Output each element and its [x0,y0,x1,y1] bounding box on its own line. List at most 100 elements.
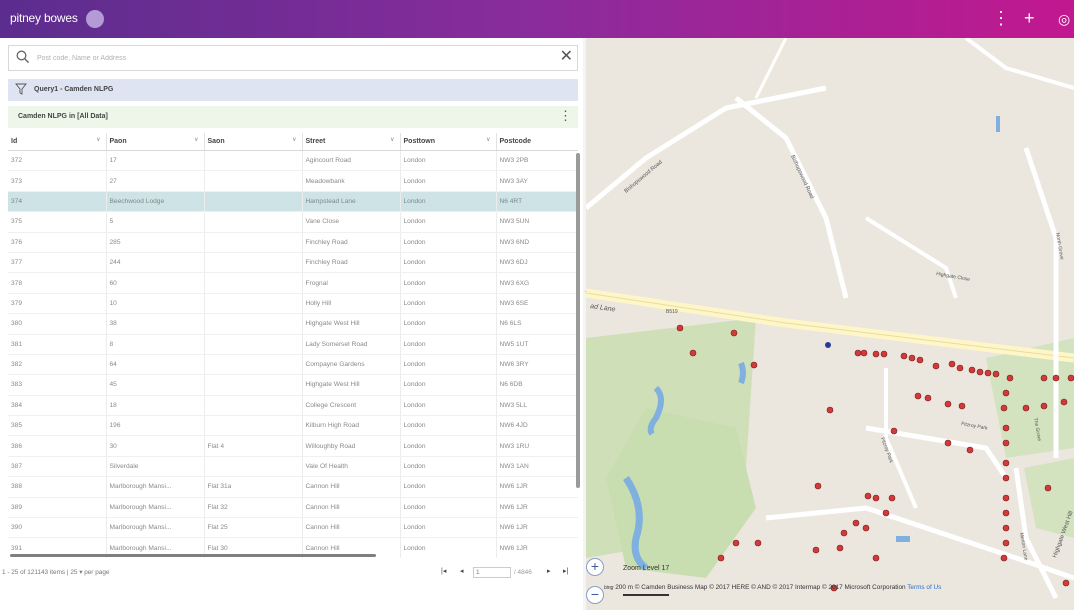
column-header-label: Paon [109,138,127,145]
table-cell: NW3 1RU [496,435,578,457]
table-cell: 375 [8,211,107,233]
table-cell [204,313,303,335]
table-cell: Meadowbank [302,170,401,192]
prev-page-button[interactable]: ◂ [460,567,464,575]
table-row[interactable]: 382 64 Compayne Gardens London NW6 3RY [8,354,578,376]
column-header[interactable]: Saon ∨ [204,133,303,151]
map-canvas[interactable]: ad Lane B519 Bishopswood Road Bishopswoo… [586,38,1074,610]
table-cell: 377 [8,252,107,274]
table-cell: London [400,537,497,558]
table-row[interactable]: 381 8 Lady Somerset Road London NW5 1UT [8,334,578,355]
table-cell: 18 [106,395,205,417]
horizontal-scrollbar[interactable] [10,554,376,557]
table-row[interactable]: 375 5 Vane Close London NW3 5UN [8,211,578,233]
table-cell: N6 6LS [496,313,578,335]
plus-icon[interactable]: + [1024,8,1035,28]
table-row[interactable]: 385 196 Kilburn High Road London NW6 4JD [8,415,578,437]
table-cell: N6 4RT [496,191,578,213]
pager: 1 - 25 of 121143 items | 25 ▾ per page |… [0,566,583,580]
road-label: Bishopswood Road [623,159,663,194]
chevron-down-icon[interactable]: ∨ [194,136,198,143]
table-row[interactable]: 390 Marlborough Mansi... Flat 25 Cannon Hil… [8,517,578,539]
table-cell: Vane Close [302,211,401,233]
chevron-down-icon[interactable]: ∨ [96,136,100,143]
table-cell: Flat 25 [204,517,303,539]
column-header[interactable]: Paon ∨ [106,133,205,151]
search-input[interactable] [37,49,537,67]
table-row[interactable]: 388 Marlborough Mansi... Flat 31a Cannon Hi… [8,476,578,498]
last-page-button[interactable]: ▸| [563,567,568,575]
table-row[interactable]: 380 38 Highgate West Hill London N6 6LS [8,313,578,335]
table-cell: 380 [8,313,107,335]
chevron-down-icon[interactable]: ∨ [292,136,296,143]
table-cell: 17 [106,150,205,172]
table-cell: Highgate West Hill [302,313,401,335]
table-cell: London [400,293,497,315]
table-row[interactable]: 379 10 Holly Hill London NW3 6SE [8,293,578,315]
table-cell: NW5 1UT [496,334,578,355]
table-cell: Agincourt Road [302,150,401,172]
table-cell: 379 [8,293,107,315]
table-cell: NW6 4JD [496,415,578,437]
column-header[interactable]: Posttown ∨ [400,133,497,151]
table-cell: 390 [8,517,107,539]
table-row[interactable]: 376 285 Finchley Road London NW3 6ND [8,232,578,253]
road-label: B519 [666,309,678,315]
vertical-scrollbar[interactable] [576,153,580,488]
query-bar[interactable]: Query1 - Camden NLPG [8,79,578,101]
table-cell: 64 [106,354,205,376]
table-row[interactable]: 389 Marlborough Mansi... Flat 32 Cannon Hil… [8,497,578,519]
table-row[interactable]: 384 18 College Crescent London NW3 5LL [8,395,578,417]
page-number-input[interactable] [473,567,511,578]
table-row[interactable]: 374 Beechwood Lodge Hampstead Lane London N6… [8,191,578,213]
column-header-label: Posttown [403,138,436,145]
column-header[interactable]: Id ∨ [8,133,107,151]
zoom-out-button[interactable]: − [586,586,604,604]
table-row[interactable]: 372 17 Agincourt Road London NW3 2PB [8,150,578,172]
table-cell: 383 [8,374,107,396]
zoom-in-button[interactable]: + [586,558,604,576]
table-row[interactable]: 378 60 Frognal London NW3 6XG [8,272,578,294]
table-cell: NW3 6DJ [496,252,578,274]
chevron-down-icon[interactable]: ∨ [486,136,490,143]
road-label: ad Lane [590,303,616,313]
column-header[interactable]: Postcode [496,133,578,151]
scale-label: 200 m [615,584,633,591]
table-row[interactable]: 373 27 Meadowbank London NW3 3AY [8,170,578,192]
clear-search-icon[interactable]: ✕ [560,48,573,66]
table-cell: London [400,415,497,437]
table-cell: NW6 1JR [496,517,578,539]
table-row[interactable]: 387 Silverdale Vale Of Health London NW3 1AN [8,456,578,478]
terms-link[interactable]: Terms of Us [907,584,941,591]
table-cell: Flat 31a [204,476,303,498]
table-cell: London [400,150,497,172]
next-page-button[interactable]: ▸ [547,567,551,575]
map-view[interactable]: ad Lane B519 Bishopswood Road Bishopswoo… [586,38,1074,610]
table-cell [204,232,303,253]
table-cell: 385 [8,415,107,437]
table-cell: Willoughby Road [302,435,401,457]
table-cell [204,293,303,315]
table-cell: NW3 2PB [496,150,578,172]
table-cell: NW3 6XG [496,272,578,294]
table-cell: Frognal [302,272,401,294]
table-cell: NW3 1AN [496,456,578,478]
search-icon [16,50,30,64]
table-row[interactable]: 377 244 Finchley Road London NW3 6DJ [8,252,578,274]
chevron-down-icon[interactable]: ∨ [390,136,394,143]
table-cell: Kilburn High Road [302,415,401,437]
layers-icon[interactable]: ◎ [1058,9,1070,29]
table-row[interactable]: 383 45 Highgate West Hill London N6 6DB [8,374,578,396]
column-header[interactable]: Street ∨ [302,133,401,151]
table-cell: Vale Of Health [302,456,401,478]
table-cell: NW3 6SE [496,293,578,315]
first-page-button[interactable]: |◂ [441,567,446,575]
table-cell: Marlborough Mansi... [106,476,205,498]
grid-menu-icon[interactable]: ⋮ [559,108,572,124]
results-table: Id ∨ Paon ∨ Saon ∨ Street ∨ Posttown ∨ Postcode 37… [8,133,578,558]
table-cell: 378 [8,272,107,294]
table-cell: London [400,435,497,457]
more-vert-icon[interactable]: ⋮ [992,8,1010,28]
table-cell [204,456,303,478]
table-row[interactable]: 386 30 Flat 4 Willoughby Road London NW3 1RU [8,435,578,457]
